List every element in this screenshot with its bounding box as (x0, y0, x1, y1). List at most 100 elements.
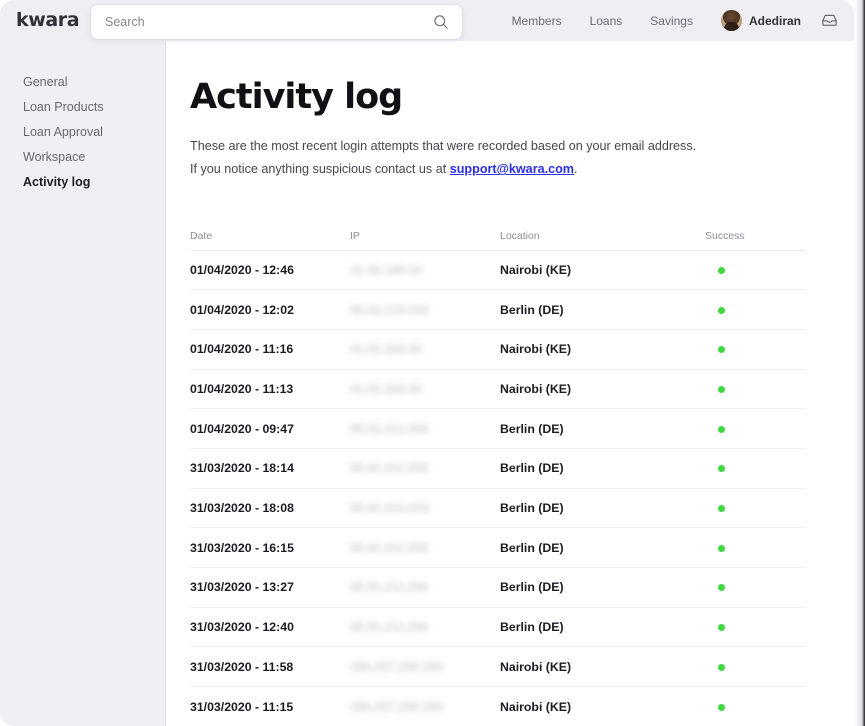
table-row: 31/03/2020 - 16:1595.91.211.206 Berlin (D… (190, 528, 805, 568)
cell-location: Berlin (DE) (500, 580, 705, 594)
ip-redacted-value: 196.207.156.199 (350, 660, 442, 674)
status-dot-success (718, 584, 725, 591)
status-dot-success (718, 704, 725, 711)
status-dot-success (718, 664, 725, 671)
status-dot-success (718, 307, 725, 314)
cell-ip: 41.81.104.40 (350, 382, 500, 396)
column-header-ip: IP (350, 230, 500, 242)
cell-date: 01/04/2020 - 12:46 (190, 263, 350, 277)
ip-redacted-value: 95.91.215.233 (350, 303, 429, 317)
top-nav: Members Loans Savings Adediran (498, 0, 842, 41)
sidebar-item-loan-products[interactable]: Loan Products (0, 95, 165, 120)
cell-location: Berlin (DE) (500, 303, 705, 317)
ip-redacted-value: 95.91.211.206 (350, 541, 428, 555)
table-row: 31/03/2020 - 12:4095.91.211.206 Berlin (D… (190, 608, 805, 648)
sidebar-item-activity-log[interactable]: Activity log (0, 170, 165, 195)
cell-ip: 95.91.211.206 (350, 620, 500, 634)
status-dot-success (718, 505, 725, 512)
sidebar-item-loan-approval[interactable]: Loan Approval (0, 120, 165, 145)
status-dot-success (718, 386, 725, 393)
cell-location: Nairobi (KE) (500, 660, 705, 674)
cell-success (705, 660, 805, 674)
cell-location: Berlin (DE) (500, 501, 705, 515)
cell-date: 01/04/2020 - 11:16 (190, 342, 350, 356)
cell-date: 31/03/2020 - 11:58 (190, 660, 350, 674)
table-row: 31/03/2020 - 18:0895.91.215.233 Berlin (D… (190, 489, 805, 529)
app-shell: kwara Members Loans Savings Adediran (0, 0, 865, 726)
settings-sidebar: General Loan Products Loan Approval Work… (0, 41, 166, 726)
cell-ip: 95.91.215.233 (350, 303, 500, 317)
status-dot-success (718, 346, 725, 353)
cell-ip: 95.91.211.206 (350, 541, 500, 555)
search-input[interactable] (105, 5, 425, 39)
page-right-edge (854, 0, 865, 726)
user-name[interactable]: Adediran (749, 14, 801, 28)
cell-date: 31/03/2020 - 18:14 (190, 461, 350, 475)
cell-ip: 196.207.156.199 (350, 700, 500, 714)
sidebar-item-general[interactable]: General (0, 70, 165, 95)
search-icon[interactable] (433, 14, 449, 30)
support-email-link[interactable]: support@kwara.com (450, 162, 574, 176)
table-row: 31/03/2020 - 13:2795.91.211.206 Berlin (D… (190, 568, 805, 608)
nav-link-members[interactable]: Members (498, 14, 576, 28)
cell-ip: 196.207.156.199 (350, 660, 500, 674)
ip-redacted-value: 95.91.215.233 (350, 501, 429, 515)
cell-date: 31/03/2020 - 18:08 (190, 501, 350, 515)
cell-date: 31/03/2020 - 12:40 (190, 620, 350, 634)
cell-location: Nairobi (KE) (500, 382, 705, 396)
status-dot-success (718, 267, 725, 274)
inbox-icon[interactable] (821, 12, 838, 29)
cell-success (705, 700, 805, 714)
search-box[interactable] (91, 5, 462, 39)
avatar[interactable] (721, 10, 742, 31)
cell-ip: 95.91.211.206 (350, 422, 500, 436)
cell-ip: 41.81.104.40 (350, 342, 500, 356)
cell-success (705, 263, 805, 277)
status-dot-success (718, 465, 725, 472)
nav-link-loans[interactable]: Loans (576, 14, 637, 28)
cell-date: 01/04/2020 - 11:13 (190, 382, 350, 396)
sidebar-item-workspace[interactable]: Workspace (0, 145, 165, 170)
table-header-row: Date IP Location Success (190, 222, 805, 251)
cell-location: Berlin (DE) (500, 541, 705, 555)
ip-redacted-value: 41.81.104.40 (350, 382, 422, 396)
ip-redacted-value: 41.90.196.10 (350, 263, 422, 277)
cell-ip: 41.90.196.10 (350, 263, 500, 277)
cell-location: Nairobi (KE) (500, 263, 705, 277)
ip-redacted-value: 95.91.211.206 (350, 461, 428, 475)
table-body: 01/04/2020 - 12:4641.90.196.10 Nairobi (K… (190, 251, 805, 726)
cell-location: Berlin (DE) (500, 461, 705, 475)
cell-date: 01/04/2020 - 09:47 (190, 422, 350, 436)
cell-ip: 95.91.215.233 (350, 501, 500, 515)
cell-success (705, 501, 805, 515)
table-row: 01/04/2020 - 11:1641.81.104.40Nairobi (K… (190, 330, 805, 370)
cell-location: Berlin (DE) (500, 422, 705, 436)
main-content: Activity log These are the most recent l… (167, 41, 854, 726)
ip-redacted-value: 95.91.211.206 (350, 580, 428, 594)
status-dot-success (718, 426, 725, 433)
column-header-location: Location (500, 230, 705, 242)
ip-redacted-value: 196.207.156.199 (350, 700, 442, 714)
status-dot-success (718, 624, 725, 631)
ip-redacted-value: 41.81.104.40 (350, 342, 422, 356)
page-title: Activity log (190, 77, 854, 117)
cell-date: 31/03/2020 - 16:15 (190, 541, 350, 555)
cell-success (705, 461, 805, 475)
table-row: 31/03/2020 - 11:58196.207.156.199 Nairobi… (190, 647, 805, 687)
ip-redacted-value: 95.91.211.206 (350, 620, 428, 634)
cell-success (705, 541, 805, 555)
cell-success (705, 382, 805, 396)
column-header-success: Success (705, 230, 805, 242)
table-row: 01/04/2020 - 09:4795.91.211.206Berlin (D… (190, 409, 805, 449)
kwara-logo[interactable]: kwara (16, 9, 79, 31)
column-header-date: Date (190, 230, 350, 242)
cell-date: 31/03/2020 - 13:27 (190, 580, 350, 594)
cell-location: Berlin (DE) (500, 620, 705, 634)
cell-success (705, 620, 805, 634)
cell-ip: 95.91.211.206 (350, 580, 500, 594)
table-row: 01/04/2020 - 11:1341.81.104.40 Nairobi (K… (190, 370, 805, 410)
cell-success (705, 303, 805, 317)
nav-link-savings[interactable]: Savings (636, 14, 707, 28)
description-line-2-suffix: . (574, 162, 578, 176)
activity-log-table: Date IP Location Success 01/04/2020 - 12… (190, 222, 805, 726)
